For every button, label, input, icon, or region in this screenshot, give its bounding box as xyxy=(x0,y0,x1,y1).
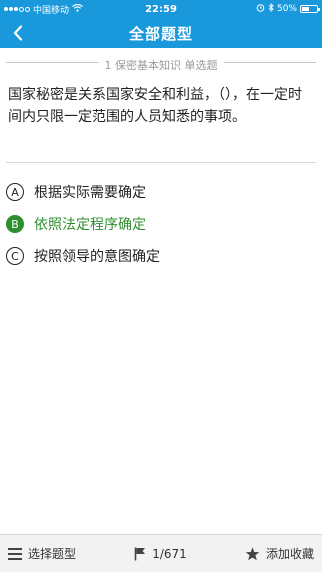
bluetooth-icon xyxy=(268,2,274,15)
option-text-b: 依照法定程序确定 xyxy=(34,217,146,233)
progress-indicator[interactable]: 1/671 xyxy=(134,547,187,561)
bottom-toolbar: 选择题型 1/671 添加收藏 xyxy=(0,534,322,572)
page-title: 全部题型 xyxy=(128,24,193,43)
select-type-label: 选择题型 xyxy=(28,547,77,561)
back-button[interactable] xyxy=(4,18,32,48)
battery-percent: 50% xyxy=(276,4,297,14)
nav-bar: 全部题型 xyxy=(0,18,322,48)
flag-icon xyxy=(134,547,146,561)
option-a[interactable]: A 根据实际需要确定 xyxy=(6,176,316,208)
option-letter-c: C xyxy=(6,247,24,265)
options-list: A 根据实际需要确定 B 依照法定程序确定 C 按照领导的意图确定 xyxy=(6,176,316,272)
wifi-icon xyxy=(72,3,83,15)
option-letter-b: B xyxy=(6,215,24,233)
option-c[interactable]: C 按照领导的意图确定 xyxy=(6,240,316,272)
add-favorite-label: 添加收藏 xyxy=(265,547,314,561)
add-favorite-button[interactable]: 添加收藏 xyxy=(245,545,314,562)
progress-label: 1/671 xyxy=(152,546,187,561)
question-divider xyxy=(6,162,316,163)
select-type-button[interactable]: 选择题型 xyxy=(8,545,76,562)
option-b[interactable]: B 依照法定程序确定 xyxy=(6,208,316,240)
option-text-c: 按照领导的意图确定 xyxy=(34,249,160,265)
status-left: 中国移动 xyxy=(4,3,83,16)
section-label: 1 保密基本知识 单选题 xyxy=(98,59,224,72)
chevron-left-icon xyxy=(13,25,23,41)
list-icon xyxy=(8,547,22,560)
status-right: 50% xyxy=(256,2,320,15)
option-letter-a: A xyxy=(6,183,24,201)
section-header: 1 保密基本知识 单选题 xyxy=(0,54,322,73)
question-text: 国家秘密是关系国家安全和利益，（），在一定时间内只限一定范围的人员知悉的事项。 xyxy=(8,87,302,125)
status-bar: 中国移动 22:59 50% xyxy=(0,0,322,18)
carrier-label: 中国移动 xyxy=(33,5,70,16)
star-icon xyxy=(245,546,260,561)
signal-strength-icon xyxy=(4,6,30,12)
alarm-icon xyxy=(256,3,265,15)
option-text-a: 根据实际需要确定 xyxy=(34,185,146,201)
battery-icon xyxy=(300,5,320,13)
